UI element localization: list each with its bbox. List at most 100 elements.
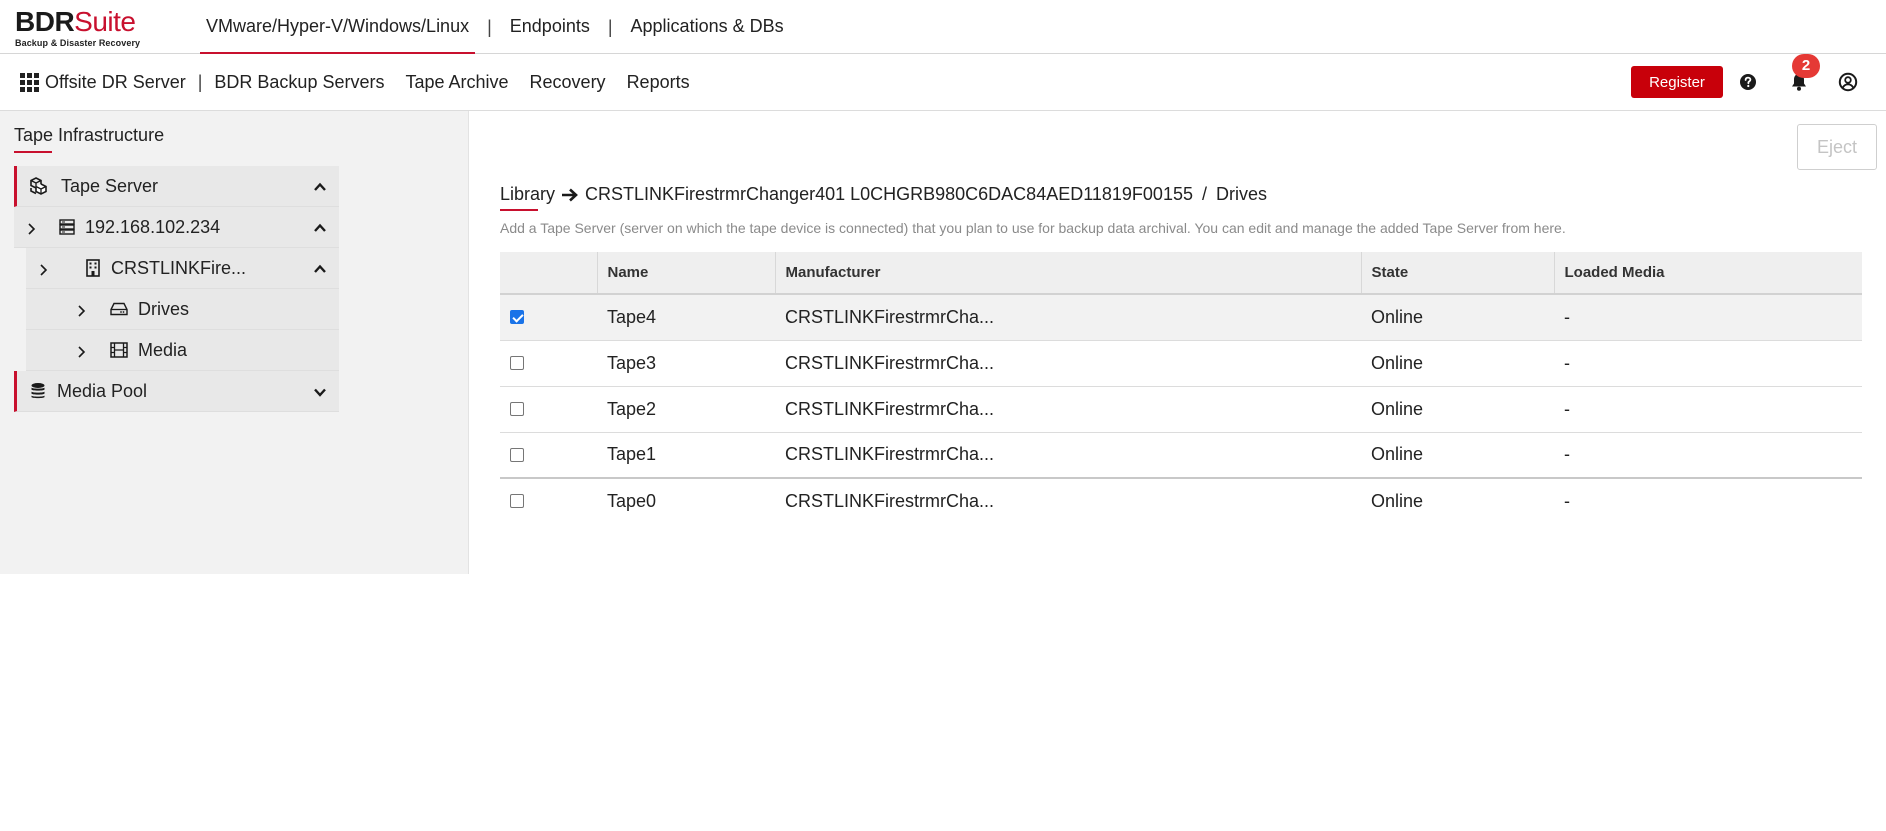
tab-separator: | bbox=[487, 16, 492, 37]
eject-button[interactable]: Eject bbox=[1797, 124, 1877, 170]
row-checkbox[interactable] bbox=[510, 401, 524, 416]
media-label: Media bbox=[138, 339, 188, 360]
chevron-up-icon[interactable] bbox=[313, 178, 327, 199]
tape-tree: Tape Server 192.168.102.234 CRSTLINKFire… bbox=[14, 166, 339, 412]
tape-server-icon bbox=[29, 177, 51, 195]
register-button[interactable]: Register bbox=[1631, 66, 1723, 98]
drive-name: Tape0 bbox=[607, 491, 657, 511]
drive-loaded-media: - bbox=[1554, 432, 1862, 479]
tab-applications-dbs[interactable]: Applications & DBs bbox=[625, 0, 790, 54]
film-icon bbox=[110, 342, 128, 358]
drive-state: Online bbox=[1361, 340, 1554, 387]
drive-name: Tape2 bbox=[597, 386, 775, 433]
drive-manufacturer: CRSTLINKFirestrmrCha... bbox=[785, 491, 995, 511]
nav-tape-archive[interactable]: Tape Archive bbox=[405, 72, 508, 93]
app-grid-icon[interactable] bbox=[20, 73, 39, 92]
row-select-cell bbox=[500, 386, 597, 433]
logo-wordmark: BDRSuite bbox=[15, 7, 140, 37]
drive-state: Online bbox=[1371, 491, 1424, 511]
table-row[interactable]: Tape3 CRSTLINKFirestrmrCha... Online - bbox=[500, 340, 1862, 387]
notification-count-badge: 2 bbox=[1792, 54, 1820, 78]
chevron-up-icon[interactable] bbox=[313, 260, 327, 281]
drives-table: Name Manufacturer State Loaded Media Tap… bbox=[500, 252, 1862, 524]
drive-name: Tape4 bbox=[597, 294, 775, 341]
column-state[interactable]: State bbox=[1361, 252, 1555, 295]
drive-manufacturer: CRSTLINKFirestrmrCha... bbox=[775, 386, 1361, 433]
tree-item-tape-server[interactable]: Tape Server bbox=[14, 166, 339, 207]
chevron-right-icon[interactable] bbox=[76, 343, 86, 364]
chevron-right-icon[interactable] bbox=[26, 220, 36, 241]
nav-bdr-backup-servers[interactable]: BDR Backup Servers bbox=[214, 72, 384, 93]
title-underline bbox=[14, 151, 52, 153]
tape-server-label: Tape Server bbox=[61, 175, 159, 196]
media-pool-label: Media Pool bbox=[57, 380, 148, 401]
nav-offsite-dr-server[interactable]: Offsite DR Server bbox=[45, 72, 186, 93]
breadcrumb-library[interactable]: Library bbox=[500, 184, 555, 211]
drive-loaded-media: - bbox=[1564, 491, 1570, 511]
row-select-cell bbox=[500, 478, 597, 524]
drive-manufacturer: CRSTLINKFirestrmrCha... bbox=[775, 432, 1361, 479]
product-tabs: VMware/Hyper-V/Windows/Linux | Endpoints… bbox=[200, 0, 790, 54]
tab-endpoints[interactable]: Endpoints bbox=[504, 0, 596, 54]
drives-label: Drives bbox=[138, 298, 190, 319]
logo-suite: Suite bbox=[74, 6, 136, 37]
breadcrumb-separator: / bbox=[1201, 184, 1207, 204]
tab-vmware-hyperv-windows-linux[interactable]: VMware/Hyper-V/Windows/Linux bbox=[200, 0, 476, 54]
hard-drive-icon bbox=[110, 302, 128, 316]
column-manufacturer[interactable]: Manufacturer bbox=[775, 252, 1362, 295]
logo-bdr: BDR bbox=[15, 6, 75, 37]
row-checkbox[interactable] bbox=[510, 355, 524, 370]
row-checkbox[interactable] bbox=[510, 494, 524, 509]
chevron-down-icon[interactable] bbox=[313, 383, 327, 404]
row-select-cell bbox=[500, 294, 597, 341]
chevron-right-icon[interactable] bbox=[38, 261, 48, 282]
main-nav: Offsite DR Server | BDR Backup Servers T… bbox=[0, 54, 1886, 111]
sidebar-title: Tape Infrastructure bbox=[14, 125, 165, 145]
row-select-cell bbox=[500, 340, 597, 387]
arrow-right-icon bbox=[561, 187, 579, 203]
column-loaded-media[interactable]: Loaded Media bbox=[1554, 252, 1862, 295]
drive-loaded-media: - bbox=[1554, 294, 1862, 341]
row-checkbox[interactable] bbox=[510, 310, 524, 324]
page-description: Add a Tape Server (server on which the t… bbox=[500, 220, 1566, 236]
nav-reports[interactable]: Reports bbox=[627, 72, 690, 93]
drive-name: Tape1 bbox=[597, 432, 775, 479]
tree-item-server-ip[interactable]: 192.168.102.234 bbox=[14, 207, 339, 248]
column-name[interactable]: Name bbox=[597, 252, 776, 295]
drive-state: Online bbox=[1361, 386, 1554, 433]
drive-loaded-media: - bbox=[1554, 340, 1862, 387]
drive-manufacturer: CRSTLINKFirestrmrCha... bbox=[775, 340, 1361, 387]
breadcrumb: Library CRSTLINKFirestrmrChanger401 L0CH… bbox=[500, 184, 1268, 211]
table-row[interactable]: Tape4 CRSTLINKFirestrmrCha... Online - bbox=[500, 294, 1862, 341]
row-checkbox[interactable] bbox=[510, 447, 524, 462]
table-row[interactable]: Tape1 CRSTLINKFirestrmrCha... Online - bbox=[500, 432, 1862, 479]
bdrsuite-logo[interactable]: BDRSuite Backup & Disaster Recovery bbox=[15, 7, 141, 49]
tape-infrastructure-sidebar: Tape Infrastructure Tape Server 192.168.… bbox=[0, 111, 469, 574]
drive-loaded-media: - bbox=[1554, 386, 1862, 433]
nav-recovery[interactable]: Recovery bbox=[530, 72, 606, 93]
user-account-icon[interactable] bbox=[1836, 70, 1860, 94]
drive-state: Online bbox=[1361, 432, 1554, 479]
tree-item-changer[interactable]: CRSTLINKFire... bbox=[26, 248, 339, 289]
table-row[interactable]: Tape0 CRSTLINKFirestrmrCha... Online - bbox=[500, 478, 1862, 524]
chevron-right-icon[interactable] bbox=[76, 302, 86, 323]
nav-separator: | bbox=[197, 72, 203, 92]
logo-tagline: Backup & Disaster Recovery bbox=[15, 38, 141, 48]
tree-item-media-pool[interactable]: Media Pool bbox=[14, 371, 339, 412]
chevron-up-icon[interactable] bbox=[313, 219, 327, 240]
breadcrumb-changer[interactable]: CRSTLINKFirestrmrChanger401 L0CHGRB980C6… bbox=[585, 184, 1193, 205]
help-icon[interactable] bbox=[1736, 70, 1760, 94]
table-header-row: Name Manufacturer State Loaded Media bbox=[500, 252, 1862, 295]
database-icon bbox=[29, 382, 47, 400]
drive-name: Tape3 bbox=[597, 340, 775, 387]
building-icon bbox=[85, 259, 101, 277]
tab-separator: | bbox=[607, 16, 613, 37]
breadcrumb-drives: Drives bbox=[1216, 184, 1268, 204]
changer-label: CRSTLINKFire... bbox=[111, 257, 247, 278]
server-icon bbox=[59, 219, 75, 235]
tree-item-drives[interactable]: Drives bbox=[26, 289, 339, 330]
table-row[interactable]: Tape2 CRSTLINKFirestrmrCha... Online - bbox=[500, 386, 1862, 433]
tree-item-media[interactable]: Media bbox=[26, 330, 339, 371]
column-select bbox=[500, 252, 598, 295]
drive-manufacturer: CRSTLINKFirestrmrCha... bbox=[775, 294, 1361, 341]
